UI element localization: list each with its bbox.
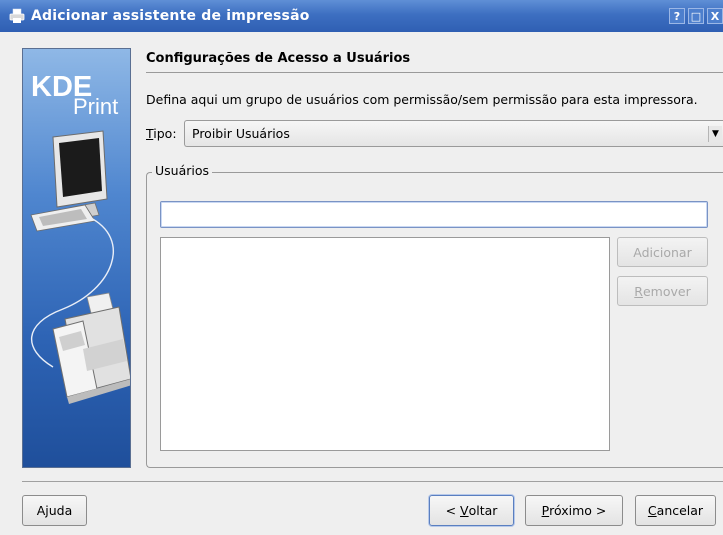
description-text: Defina aqui um grupo de usuários com per… xyxy=(146,92,698,107)
tipo-label: Tipo: xyxy=(146,126,177,141)
users-group-title: Usuários xyxy=(152,163,213,178)
footer-divider xyxy=(22,481,723,482)
help-window-button[interactable]: ? xyxy=(669,8,685,24)
chevron-down-icon[interactable]: ▼ xyxy=(708,126,722,142)
cancel-button[interactable]: Cancelar xyxy=(635,495,716,526)
section-title: Configurações de Acesso a Usuários xyxy=(146,51,411,66)
user-name-input[interactable] xyxy=(160,201,708,228)
close-window-button[interactable]: X xyxy=(707,8,723,24)
remove-user-button[interactable]: Remover xyxy=(617,276,708,306)
back-button[interactable]: < Voltar xyxy=(429,495,514,526)
users-list[interactable] xyxy=(160,237,610,451)
title-bar[interactable]: Adicionar assistente de impressão ? □ X xyxy=(0,0,723,32)
tipo-select[interactable]: Proibir Usuários ▼ xyxy=(184,120,723,147)
help-button[interactable]: Ajuda xyxy=(22,495,87,526)
computer-printer-illustration xyxy=(30,130,130,404)
tipo-select-value: Proibir Usuários xyxy=(192,126,290,141)
kdeprint-banner: KDE Print xyxy=(22,48,131,468)
section-divider xyxy=(146,72,723,73)
window-title: Adicionar assistente de impressão xyxy=(31,8,310,24)
printer-icon xyxy=(9,8,25,24)
next-button[interactable]: Próximo > xyxy=(525,495,623,526)
add-user-button[interactable]: Adicionar xyxy=(617,237,708,267)
maximize-window-button[interactable]: □ xyxy=(688,8,704,24)
